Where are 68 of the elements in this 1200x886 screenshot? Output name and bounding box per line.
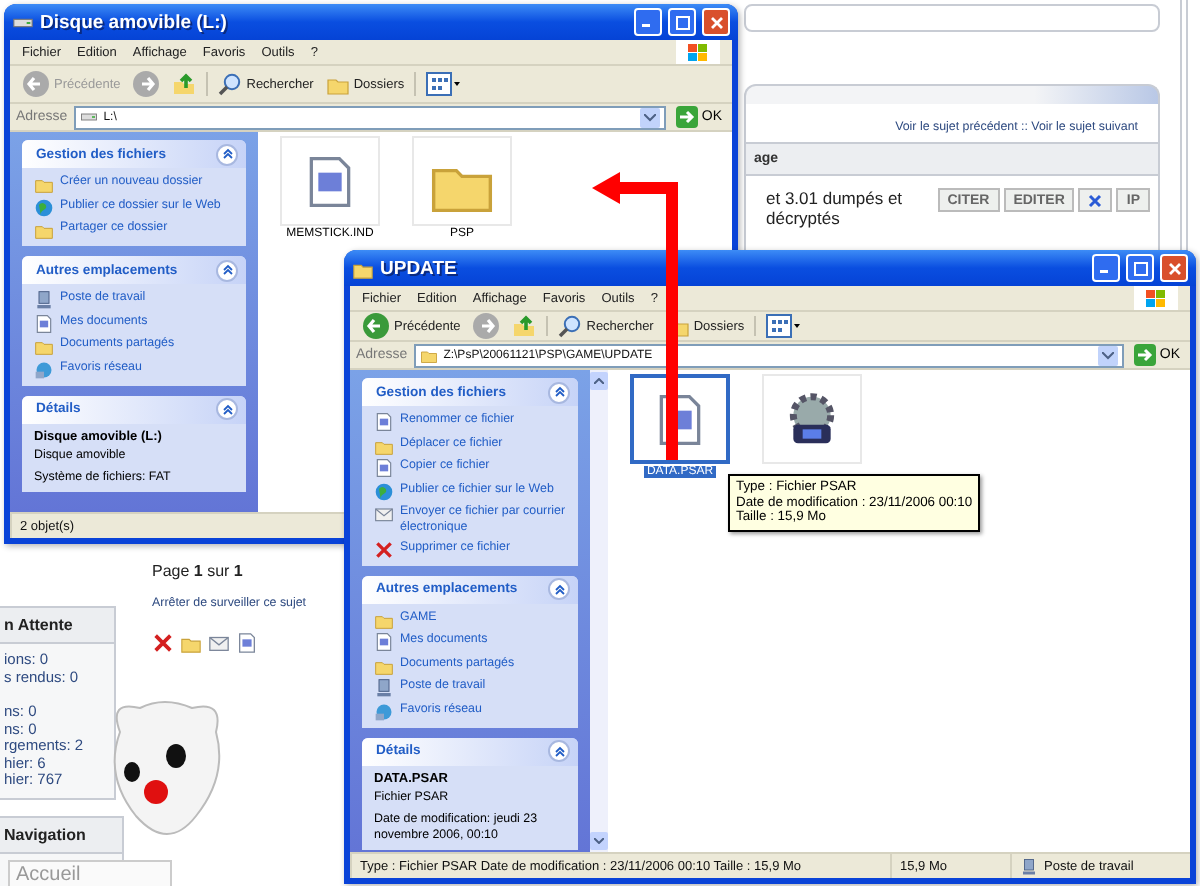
maximize-icon	[675, 15, 689, 29]
collapse-icon[interactable]	[216, 259, 238, 281]
search-icon	[558, 314, 583, 338]
logo-icon	[1134, 286, 1178, 310]
chevron-icon	[643, 113, 656, 121]
delete-icon	[374, 539, 394, 559]
go-arrow-icon	[1133, 344, 1156, 366]
minimize-button[interactable]	[1092, 254, 1120, 282]
close-icon	[709, 15, 723, 29]
search-field[interactable]	[744, 4, 1160, 32]
gear-icon	[784, 391, 840, 447]
folder-icon	[419, 346, 438, 364]
maximize-button[interactable]	[1126, 254, 1154, 282]
window-title: UPDATE	[380, 257, 459, 279]
collapse-icon[interactable]	[216, 143, 238, 165]
views-icon	[766, 314, 803, 338]
views-button[interactable]	[424, 72, 465, 96]
search-icon	[218, 72, 243, 96]
up-folder-button[interactable]	[170, 72, 199, 96]
computer-icon	[1020, 857, 1038, 875]
folder-icon	[34, 336, 54, 356]
document-icon	[236, 632, 258, 654]
collapse-icon[interactable]	[548, 740, 570, 762]
computer-icon	[34, 290, 54, 310]
logo-icon	[676, 40, 720, 64]
up-folder-button[interactable]	[510, 314, 539, 338]
delete-icon	[152, 632, 174, 654]
close-icon	[1167, 261, 1181, 275]
drive-icon	[79, 108, 98, 126]
collapse-icon[interactable]	[548, 578, 570, 600]
document-icon	[374, 412, 394, 432]
close-button[interactable]	[702, 8, 730, 36]
up-folder-icon	[172, 72, 197, 96]
scrollbar[interactable]	[590, 370, 608, 852]
envelope-icon	[374, 504, 394, 524]
network-icon	[34, 359, 54, 379]
globe-icon	[34, 197, 54, 217]
envelope-icon	[208, 632, 230, 654]
collapse-icon[interactable]	[548, 381, 570, 403]
globe-icon	[374, 481, 394, 501]
views-icon	[426, 72, 463, 96]
close-button[interactable]	[1160, 254, 1188, 282]
dropdown-button[interactable]	[1097, 345, 1118, 365]
delete-icon	[1088, 193, 1103, 207]
folder-icon	[34, 174, 54, 194]
pagination-text: Page 1 sur 1	[152, 562, 245, 580]
delete-button[interactable]	[1078, 188, 1113, 212]
panel-title: Navigation	[0, 818, 122, 854]
folder-icon	[34, 220, 54, 240]
window-title: Disque amovible (L:)	[40, 11, 229, 33]
scroll-down-icon	[594, 838, 604, 844]
scroll-up-icon	[594, 378, 604, 384]
maximize-button[interactable]	[668, 8, 696, 36]
minimize-button[interactable]	[634, 8, 662, 36]
computer-icon	[374, 678, 394, 698]
document-icon	[374, 632, 394, 652]
up-folder-icon	[512, 314, 537, 338]
maximize-icon	[1133, 261, 1147, 275]
document-icon	[34, 313, 54, 333]
views-button[interactable]	[764, 314, 805, 338]
chevron-icon	[1101, 351, 1114, 359]
network-icon	[374, 701, 394, 721]
go-arrow-icon	[675, 106, 698, 128]
document-icon	[374, 458, 394, 478]
collapse-icon[interactable]	[216, 398, 238, 420]
post-title: et 3.01 dumpés et décryptés	[766, 188, 905, 228]
dropdown-button[interactable]	[639, 107, 660, 127]
panel-title: n Attente	[0, 608, 114, 644]
